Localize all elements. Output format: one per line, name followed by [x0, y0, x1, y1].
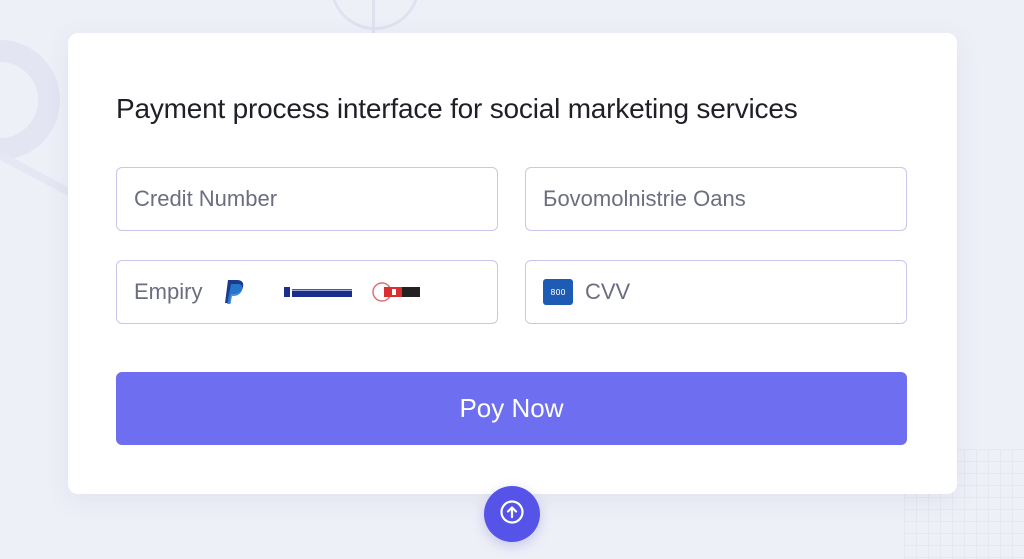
decorative-ring — [330, 0, 420, 30]
cvv-card-icon: 800 — [543, 279, 573, 305]
card-brand-icon — [284, 285, 353, 299]
payment-card: Payment process interface for social mar… — [68, 33, 957, 494]
paypal-icon — [222, 278, 246, 306]
cvv-field[interactable]: 800 CVV — [525, 260, 907, 324]
expiry-label: Empiry — [134, 279, 203, 304]
expiry-field[interactable]: Empiry — [116, 260, 498, 324]
cvv-label: CVV — [585, 279, 631, 304]
credit-number-field[interactable]: Credit Number — [116, 167, 498, 231]
upload-button[interactable] — [484, 486, 540, 542]
decorative-line — [0, 149, 77, 199]
mastercard-icon — [372, 280, 424, 304]
decorative-ring — [0, 40, 60, 160]
pay-now-button[interactable]: Poy Now — [116, 372, 907, 445]
arrow-up-circle-icon — [499, 499, 525, 530]
credit-number-placeholder: Credit Number — [134, 186, 278, 211]
page-title: Payment process interface for social mar… — [116, 93, 798, 124]
cardholder-name-placeholder: Бovomolnistrie Oans — [543, 186, 746, 211]
cardholder-name-field[interactable]: Бovomolnistrie Oans — [525, 167, 907, 231]
